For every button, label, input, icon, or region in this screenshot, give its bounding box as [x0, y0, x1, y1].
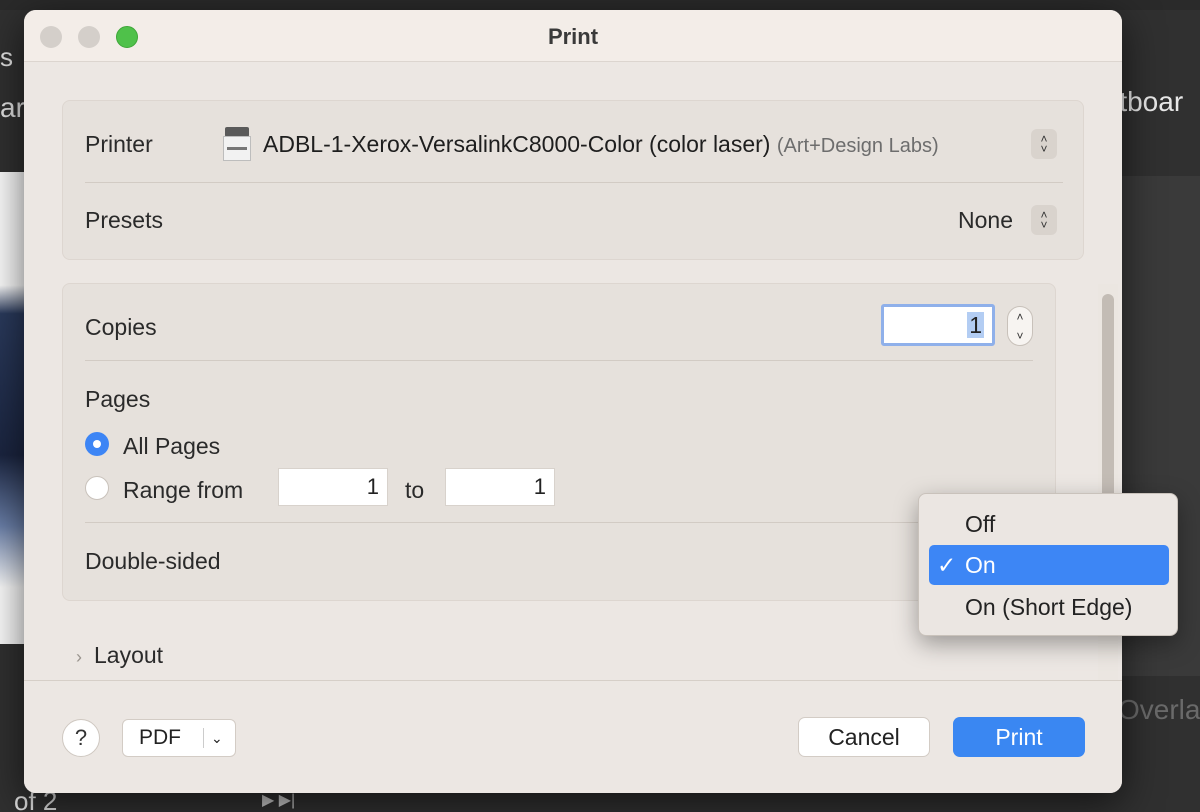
- background-text-left-mid: ar: [0, 92, 25, 123]
- menu-item-label: Off: [965, 511, 996, 537]
- background-play-icon: ▶ ▶|: [262, 792, 296, 809]
- checkmark-icon: ✓: [937, 552, 957, 578]
- pdf-separator: [203, 728, 204, 748]
- print-button[interactable]: Print: [953, 717, 1085, 757]
- divider: [85, 360, 1033, 361]
- copies-value: 1: [967, 312, 984, 338]
- double-sided-menu: Off ✓ On On (Short Edge): [918, 493, 1178, 636]
- divider: [85, 182, 1063, 183]
- copies-input[interactable]: 1: [881, 304, 995, 346]
- printer-label: Printer: [85, 131, 153, 157]
- pages-label: Pages: [85, 386, 151, 412]
- chevron-up-icon[interactable]: ˄: [1016, 310, 1023, 324]
- double-sided-label: Double-sided: [85, 548, 221, 574]
- chevron-right-icon: ›: [76, 647, 82, 667]
- all-pages-radio[interactable]: [85, 432, 109, 456]
- menu-item-on[interactable]: ✓ On: [929, 545, 1169, 585]
- layout-label: Layout: [94, 642, 164, 668]
- background-overlay-label: Overla: [1118, 694, 1200, 725]
- copies-stepper[interactable]: ˄ ˅: [1007, 306, 1033, 346]
- presets-label: Presets: [85, 207, 163, 233]
- pdf-label: PDF: [139, 726, 181, 749]
- all-pages-label[interactable]: All Pages: [123, 433, 220, 460]
- range-to-label: to: [405, 477, 425, 503]
- print-dialog: Print Printer ADBL-1-Xerox-VersalinkC800…: [24, 10, 1122, 793]
- background-canvas-preview: [0, 172, 26, 644]
- title-bar: Print: [24, 10, 1122, 62]
- cancel-button[interactable]: Cancel: [798, 717, 930, 757]
- range-radio[interactable]: [85, 476, 109, 500]
- background-text-left-top: s: [0, 42, 13, 72]
- printer-name: ADBL-1-Xerox-VersalinkC8000-Color (color…: [263, 131, 771, 157]
- pdf-menu-button[interactable]: PDF ⌄: [122, 719, 236, 757]
- copies-label: Copies: [85, 314, 157, 340]
- range-from-label[interactable]: Range from: [123, 477, 243, 504]
- printer-presets-section: Printer ADBL-1-Xerox-VersalinkC8000-Colo…: [62, 100, 1084, 260]
- dialog-title: Print: [547, 24, 599, 49]
- printer-popup-chevron-icon[interactable]: ˄ ˅: [1031, 129, 1057, 159]
- layout-disclosure[interactable]: › Layout: [76, 642, 163, 669]
- chevron-down-icon[interactable]: ⌄: [211, 720, 223, 756]
- dialog-footer: ? PDF ⌄ Cancel Print: [24, 680, 1122, 793]
- menu-item-label: On (Short Edge): [965, 594, 1133, 620]
- copies-pages-section: Copies 1 ˄ ˅ Pages All Pages Range from 1…: [62, 283, 1056, 601]
- printer-select[interactable]: ADBL-1-Xerox-VersalinkC8000-Color (color…: [263, 131, 939, 158]
- presets-popup-chevron-icon[interactable]: ˄ ˅: [1031, 205, 1057, 235]
- divider: [85, 522, 1033, 523]
- help-button[interactable]: ?: [62, 719, 100, 757]
- chevron-down-icon[interactable]: ˅: [1016, 329, 1023, 343]
- presets-select[interactable]: None: [958, 207, 1013, 234]
- menu-item-label: On: [965, 552, 996, 578]
- range-from-input[interactable]: 1: [278, 468, 388, 506]
- menu-item-on-short-edge[interactable]: On (Short Edge): [929, 587, 1169, 627]
- range-to-input[interactable]: 1: [445, 468, 555, 506]
- printer-icon: [223, 127, 251, 161]
- background-toolbar: [0, 0, 1200, 10]
- printer-location: (Art+Design Labs): [776, 135, 939, 157]
- menu-item-off[interactable]: Off: [929, 504, 1169, 544]
